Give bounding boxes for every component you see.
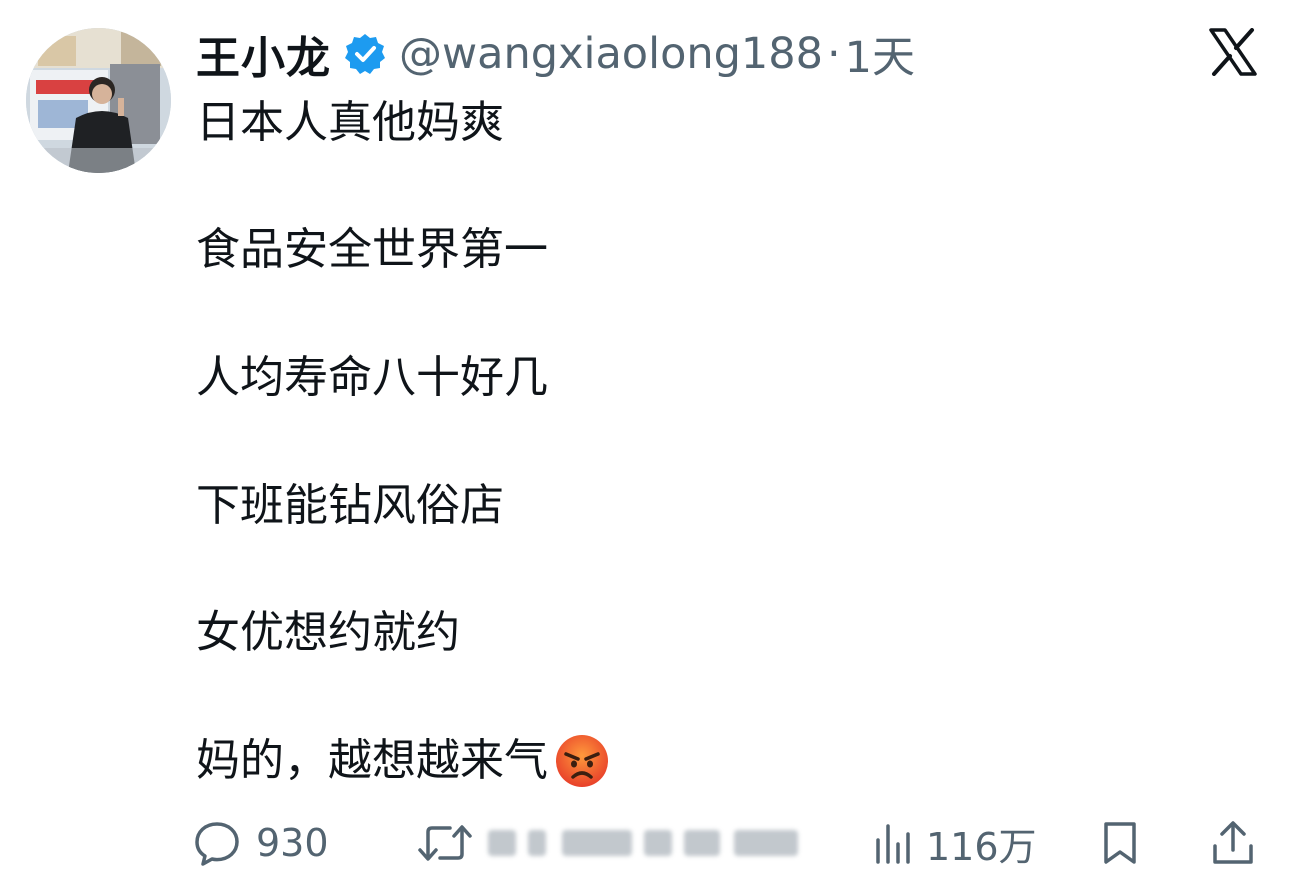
author-display-name[interactable]: 王小龙 [196, 22, 331, 86]
reply-count: 930 [256, 821, 329, 865]
angry-face-emoji-icon [554, 733, 610, 789]
share-upload-icon [1213, 821, 1253, 864]
retweet-button[interactable] [416, 812, 474, 871]
reply-button[interactable]: 930 [192, 812, 329, 871]
tweet-timestamp[interactable]: 1天 [845, 23, 915, 85]
bookmark-button[interactable] [1098, 812, 1142, 871]
tweet-text-line: 食品安全世界第一 [196, 224, 548, 275]
obscured-counts-redaction [488, 826, 800, 860]
header-separator: · [827, 29, 841, 79]
verified-badge-icon [343, 32, 387, 76]
tweet-action-bar: 930 116万 [192, 812, 1272, 871]
bookmark-icon [1104, 822, 1136, 864]
tweet-text-line: 下班能钻风俗店 [196, 480, 504, 531]
views-count: 116万 [926, 824, 1037, 869]
tweet-text-line: 人均寿命八十好几 [196, 352, 548, 403]
share-button[interactable] [1210, 812, 1256, 871]
reply-bubble-icon [195, 822, 239, 866]
views-chart-icon [876, 824, 910, 864]
retweet-icon [418, 825, 472, 861]
tweet-header: 王小龙 @wangxiaolong188 · 1天 [196, 22, 915, 86]
author-avatar[interactable] [26, 28, 171, 173]
tweet-text-line: 妈的，越想越来气 [196, 735, 548, 786]
views-button[interactable]: 116万 [872, 812, 1037, 871]
x-logo-icon [1208, 28, 1258, 76]
tweet-text-line: 女优想约就约 [196, 607, 460, 658]
tweet-text-line-last: 妈的，越想越来气 [196, 733, 610, 789]
tweet-text-line: 日本人真他妈爽 [196, 97, 504, 148]
author-handle[interactable]: @wangxiaolong188 [399, 29, 823, 79]
